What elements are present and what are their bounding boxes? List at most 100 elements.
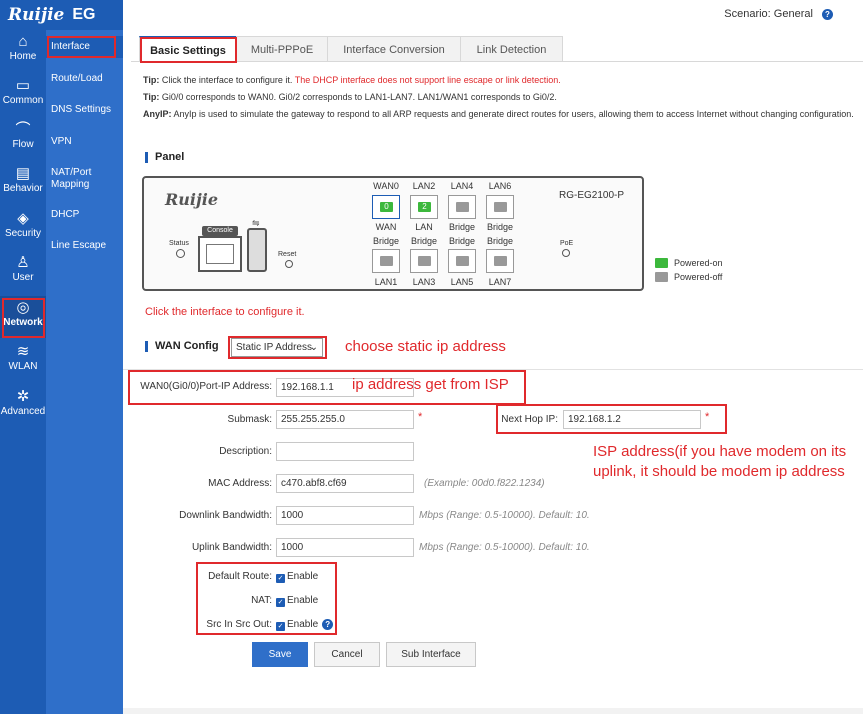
subnav-nat[interactable]: NAT/Port Mapping xyxy=(46,167,116,191)
tip-label: Tip: xyxy=(143,75,160,85)
tab-bar: Basic Settings Multi-PPPoE Interface Con… xyxy=(131,36,863,62)
port-lan1[interactable] xyxy=(372,249,400,273)
logo: Ruijie EG xyxy=(0,0,123,30)
port-lan3[interactable] xyxy=(410,249,438,273)
port-type-label: Bridge xyxy=(448,236,475,246)
port-type-label: Bridge xyxy=(486,222,513,232)
legend-off-icon xyxy=(655,272,668,282)
nav-common[interactable]: ▭ Common xyxy=(0,78,46,110)
tab-interface-conversion[interactable]: Interface Conversion xyxy=(327,36,461,62)
port-on-icon: 0 xyxy=(380,202,393,212)
flow-icon: ⌒ xyxy=(15,121,31,138)
tip-line-3: AnyIP: AnyIp is used to simulate the gat… xyxy=(143,106,863,123)
status-led xyxy=(176,249,185,258)
nav-security[interactable]: ◈ Security xyxy=(0,211,46,243)
nav-home[interactable]: ⌂ Home xyxy=(0,34,46,66)
annotation-box-interface xyxy=(47,36,116,58)
nav-label: Advanced xyxy=(0,406,46,417)
port-type-label: LAN xyxy=(415,222,433,232)
reset-label: Reset xyxy=(278,251,297,258)
nav-user[interactable]: ♙ User xyxy=(0,255,46,287)
mac-label: MAC Address: xyxy=(208,478,272,489)
port-label: LAN3 xyxy=(412,277,436,287)
port-label: LAN6 xyxy=(488,181,512,191)
panel-logo: Ruijie xyxy=(165,190,219,209)
nav-advanced[interactable]: ✲ Advanced xyxy=(0,389,46,421)
downlink-label: Downlink Bandwidth: xyxy=(179,510,272,521)
user-icon: ♙ xyxy=(16,254,30,271)
behavior-icon: ▤ xyxy=(15,165,31,182)
nav-behavior[interactable]: ▤ Behavior xyxy=(0,166,46,198)
port-lan7[interactable] xyxy=(486,249,514,273)
subnav-dhcp[interactable]: DHCP xyxy=(46,209,123,221)
usb-port xyxy=(247,228,267,272)
annotation-ip: ip address get from ISP xyxy=(352,376,509,393)
legend-on-icon xyxy=(655,258,668,268)
subnav-line-escape[interactable]: Line Escape xyxy=(46,240,123,252)
annotation-isp-line1: ISP address(if you have modem on its xyxy=(593,443,847,460)
annotation-box-mode xyxy=(228,336,327,359)
model-name: RG-EG2100-P xyxy=(559,190,625,201)
downlink-input[interactable]: 1000 xyxy=(276,506,414,525)
port-off-icon xyxy=(456,256,469,266)
subnav-route-load[interactable]: Route/Load xyxy=(46,73,123,85)
description-input[interactable] xyxy=(276,442,414,461)
uplink-label: Uplink Bandwidth: xyxy=(191,542,272,553)
tips-area: Tip: Click the interface to configure it… xyxy=(143,72,863,123)
scenario-label: Scenario: xyxy=(724,8,771,20)
nav-wlan[interactable]: ≋ WLAN xyxy=(0,344,46,376)
tip-warning: The DHCP interface does not support line… xyxy=(294,75,561,85)
mac-input[interactable]: c470.abf8.cf69 xyxy=(276,474,414,493)
port-lan4[interactable] xyxy=(448,195,476,219)
legend-on-label: Powered-on xyxy=(674,258,723,268)
port-lan6[interactable] xyxy=(486,195,514,219)
port-off-icon xyxy=(494,256,507,266)
save-button[interactable]: Save xyxy=(252,642,308,667)
annotation-box-tab xyxy=(140,37,237,63)
port-label: LAN5 xyxy=(450,277,474,287)
submask-input[interactable]: 255.255.255.0 xyxy=(276,410,414,429)
port-type-label: Bridge xyxy=(486,236,513,246)
nav-label: Flow xyxy=(12,139,34,150)
port-off-icon xyxy=(418,256,431,266)
scenario-selector[interactable]: Scenario: General ? xyxy=(724,8,833,20)
product-name: EG xyxy=(72,6,96,23)
shield-icon: ◈ xyxy=(17,210,29,227)
cancel-button[interactable]: Cancel xyxy=(314,642,380,667)
poe-led xyxy=(562,249,570,257)
uplink-input[interactable]: 1000 xyxy=(276,538,414,557)
port-lan2[interactable]: 2 xyxy=(410,195,438,219)
tab-multi-pppoe[interactable]: Multi-PPPoE xyxy=(236,36,328,62)
nav-label: User xyxy=(12,272,34,283)
port-off-icon xyxy=(494,202,507,212)
nav-flow[interactable]: ⌒ Flow xyxy=(0,122,46,154)
port-label: LAN1 xyxy=(374,277,398,287)
nav-label: WLAN xyxy=(8,361,38,372)
scenario-value: General xyxy=(773,8,813,20)
monitor-icon: ▭ xyxy=(15,77,31,94)
port-off-icon xyxy=(380,256,393,266)
tab-link-detection[interactable]: Link Detection xyxy=(460,36,563,62)
port-lan5[interactable] xyxy=(448,249,476,273)
subnav-dns[interactable]: DNS Settings xyxy=(46,104,123,116)
panel-title: Panel xyxy=(145,152,184,163)
annotation-mode: choose static ip address xyxy=(345,338,506,355)
subnav-vpn[interactable]: VPN xyxy=(46,136,123,148)
reset-button[interactable] xyxy=(285,260,293,268)
annotation-isp-line2: uplink, it should be modem ip address xyxy=(593,463,845,480)
port-label: WAN0 xyxy=(373,181,399,191)
tip-line-1: Tip: Click the interface to configure it… xyxy=(143,72,863,89)
console-label: Console xyxy=(202,226,238,236)
port-type-label: Bridge xyxy=(372,236,399,246)
uplink-hint: Mbps (Range: 0.5-10000). Default: 10. xyxy=(419,542,590,553)
annotation-box-options xyxy=(196,562,337,635)
brand-logo: Ruijie xyxy=(8,5,65,25)
port-type-label: WAN xyxy=(375,222,397,232)
annotation-box-network xyxy=(2,298,45,338)
console-port[interactable] xyxy=(198,236,242,272)
port-wan0[interactable]: 0 xyxy=(372,195,400,219)
sub-interface-button[interactable]: Sub Interface xyxy=(386,642,476,667)
gear-icon: ✲ xyxy=(16,388,30,405)
help-icon[interactable]: ? xyxy=(822,8,833,20)
poe-label: PoE xyxy=(560,240,574,247)
